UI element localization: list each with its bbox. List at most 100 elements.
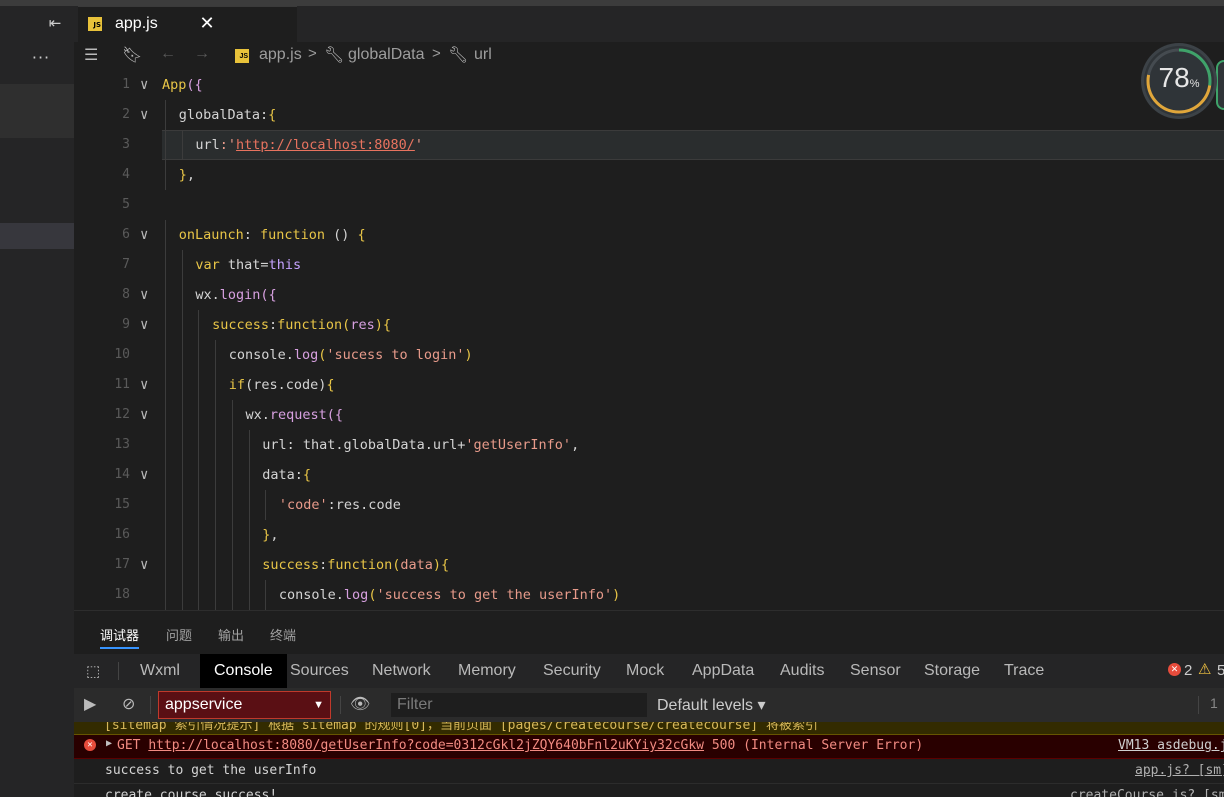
devtools-tab-wxml[interactable]: Wxml [138, 654, 182, 688]
code-line[interactable]: 7 var that=this [74, 250, 1224, 280]
devtools-tab-trace[interactable]: Trace [1002, 654, 1046, 688]
devtools-tab-console[interactable]: Console [200, 654, 287, 688]
code-line[interactable]: 4}, [74, 160, 1224, 190]
outline-list-icon[interactable]: ☰ [84, 45, 98, 65]
clear-console-icon[interactable]: ⊘ [122, 694, 135, 714]
code-line[interactable]: 18 console.log('success to get the userIn… [74, 580, 1224, 610]
code-line[interactable]: 2 ∨ globalData:{ [74, 100, 1224, 130]
toggle-sidebar-icon[interactable]: ▶︎ [84, 694, 96, 714]
code-line[interactable]: 11 ∨ if(res.code){ [74, 370, 1224, 400]
explorer-sidebar: ⇤ ··· [0, 0, 74, 797]
error-count[interactable]: 2 [1184, 654, 1192, 688]
code-line[interactable]: 6 ∨ onLaunch: function () { [74, 220, 1224, 250]
fold-chevron-icon[interactable]: ∨ [140, 310, 148, 340]
live-expression-eye-icon[interactable]: 👁︎ [350, 694, 370, 714]
code-token: login [219, 287, 261, 303]
log-info-message: success to get the userInfo [105, 763, 317, 778]
code-line[interactable]: 14 ∨ data:{ [74, 460, 1224, 490]
line-number: 17 [114, 557, 130, 572]
code-token: http://localhost:8080/ [236, 137, 415, 153]
log-error-row[interactable]: ✕ ▶ GET http://localhost:8080/getUserInf… [74, 735, 1224, 759]
code-line[interactable]: 3 url:'http://localhost:8080/' [74, 130, 1224, 160]
code-line[interactable]: 13 url: that.globalData.url+'getUserInfo'… [74, 430, 1224, 460]
close-tab-icon[interactable]: ✕ [196, 13, 218, 35]
code-text: console.log('sucess to login') [229, 340, 473, 370]
code-text: App({ [162, 70, 203, 100]
indent-guide [198, 520, 200, 550]
expand-triangle-icon[interactable]: ▶ [106, 738, 112, 749]
fold-chevron-icon[interactable]: ∨ [140, 220, 148, 250]
fold-chevron-icon[interactable]: ∨ [140, 400, 148, 430]
more-options-icon[interactable]: ··· [28, 48, 54, 68]
code-line[interactable]: 5 [74, 190, 1224, 220]
code-line[interactable]: 17 ∨ success:function(data){ [74, 550, 1224, 580]
tab-problems[interactable]: 问题 [166, 625, 192, 644]
log-source-link[interactable]: app.js? [sm]:18 [1135, 763, 1224, 778]
forward-arrow-icon[interactable]: → [194, 45, 210, 63]
warning-count-icon[interactable]: ⚠ [1198, 660, 1211, 678]
devtools-tab-sources[interactable]: Sources [288, 654, 351, 688]
console-log: [sitemap 索引情况提示] 根据 sitemap 的规则[0]，当前页面 … [74, 722, 1224, 797]
indent-guide [181, 310, 183, 340]
tab-output[interactable]: 输出 [218, 625, 244, 644]
devtools-tab-network[interactable]: Network [370, 654, 433, 688]
log-source-link[interactable]: VM13 asdebug.js:1 [1118, 738, 1224, 753]
breadcrumb-item-url[interactable]: url [474, 46, 492, 64]
code-line[interactable]: 16}, [74, 520, 1224, 550]
devtools-tab-mock[interactable]: Mock [624, 654, 666, 688]
log-source-link[interactable]: createCourse.js? [sm]:27 [1070, 788, 1224, 797]
fold-chevron-icon[interactable]: ∨ [140, 370, 148, 400]
wrench-icon: 🔧︎ [448, 47, 469, 64]
warning-count[interactable]: 5 [1217, 654, 1224, 688]
code-line[interactable]: 1 ∨ App({ [74, 70, 1224, 100]
tab-terminal[interactable]: 终端 [270, 625, 296, 644]
log-levels-dropdown[interactable]: Default levels ▾ [657, 695, 766, 715]
code-text: data:{ [262, 460, 311, 490]
devtools-tab-appdata[interactable]: AppData [690, 654, 756, 688]
indent-guide [198, 370, 200, 400]
code-text: console.log('success to get the userInfo… [279, 580, 620, 610]
code-line[interactable]: 9 ∨ success:function(res){ [74, 310, 1224, 340]
code-editor[interactable]: 1 ∨ App({2 ∨ globalData:{3 url:'http://localh… [74, 70, 1224, 610]
devtools-tab-sensor[interactable]: Sensor [848, 654, 903, 688]
line-number: 5 [122, 197, 130, 212]
collapse-sidebar-icon[interactable]: ⇤ [44, 12, 66, 34]
code-line[interactable]: 15 'code':res.code [74, 490, 1224, 520]
filter-input[interactable] [391, 693, 647, 717]
error-url-link[interactable]: http://localhost:8080/getUserInfo?code=0… [148, 738, 704, 753]
line-number: 10 [114, 347, 130, 362]
code-token: log [293, 347, 319, 363]
devtools-tab-memory[interactable]: Memory [456, 654, 518, 688]
fold-chevron-icon[interactable]: ∨ [140, 460, 148, 490]
code-token: wx. [245, 407, 270, 423]
error-count-icon[interactable]: ✕ [1168, 663, 1181, 676]
gauge-value: 78% [1154, 62, 1204, 94]
inspect-element-icon[interactable]: ⬚ [86, 662, 100, 680]
performance-gauge[interactable]: 78% [1144, 46, 1224, 118]
tab-debugger[interactable]: 调试器 [100, 625, 140, 649]
code-line[interactable]: 10 console.log('sucess to login') [74, 340, 1224, 370]
fold-chevron-icon[interactable]: ∨ [140, 550, 148, 580]
indent-guide [198, 400, 200, 430]
devtools-tab-audits[interactable]: Audits [778, 654, 826, 688]
tab-app-js[interactable]: JS app.js ✕ [78, 6, 297, 43]
devtools-tab-security[interactable]: Security [541, 654, 603, 688]
back-arrow-icon[interactable]: ← [160, 45, 176, 63]
fold-chevron-icon[interactable]: ∨ [140, 70, 148, 100]
devtools-tab-storage[interactable]: Storage [922, 654, 982, 688]
indent-guide [231, 580, 233, 610]
context-select[interactable]: appservice ▼ [158, 691, 331, 719]
code-token: data [400, 557, 433, 573]
fold-chevron-icon[interactable]: ∨ [140, 280, 148, 310]
code-token: :res.code [327, 497, 401, 513]
code-line[interactable]: 12 ∨ wx.request({ [74, 400, 1224, 430]
sidebar-selected-item[interactable] [0, 223, 74, 249]
breadcrumb-item-globaldata[interactable]: globalData [348, 46, 425, 64]
breadcrumb-item-file[interactable]: app.js [259, 46, 302, 64]
code-line[interactable]: 8 ∨ wx.login({ [74, 280, 1224, 310]
fold-chevron-icon[interactable]: ∨ [140, 100, 148, 130]
indent-guide [165, 100, 166, 130]
code-token: :' [219, 137, 237, 153]
code-token: 'code' [278, 497, 328, 513]
bookmark-icon[interactable]: 🔖︎ [122, 45, 142, 65]
